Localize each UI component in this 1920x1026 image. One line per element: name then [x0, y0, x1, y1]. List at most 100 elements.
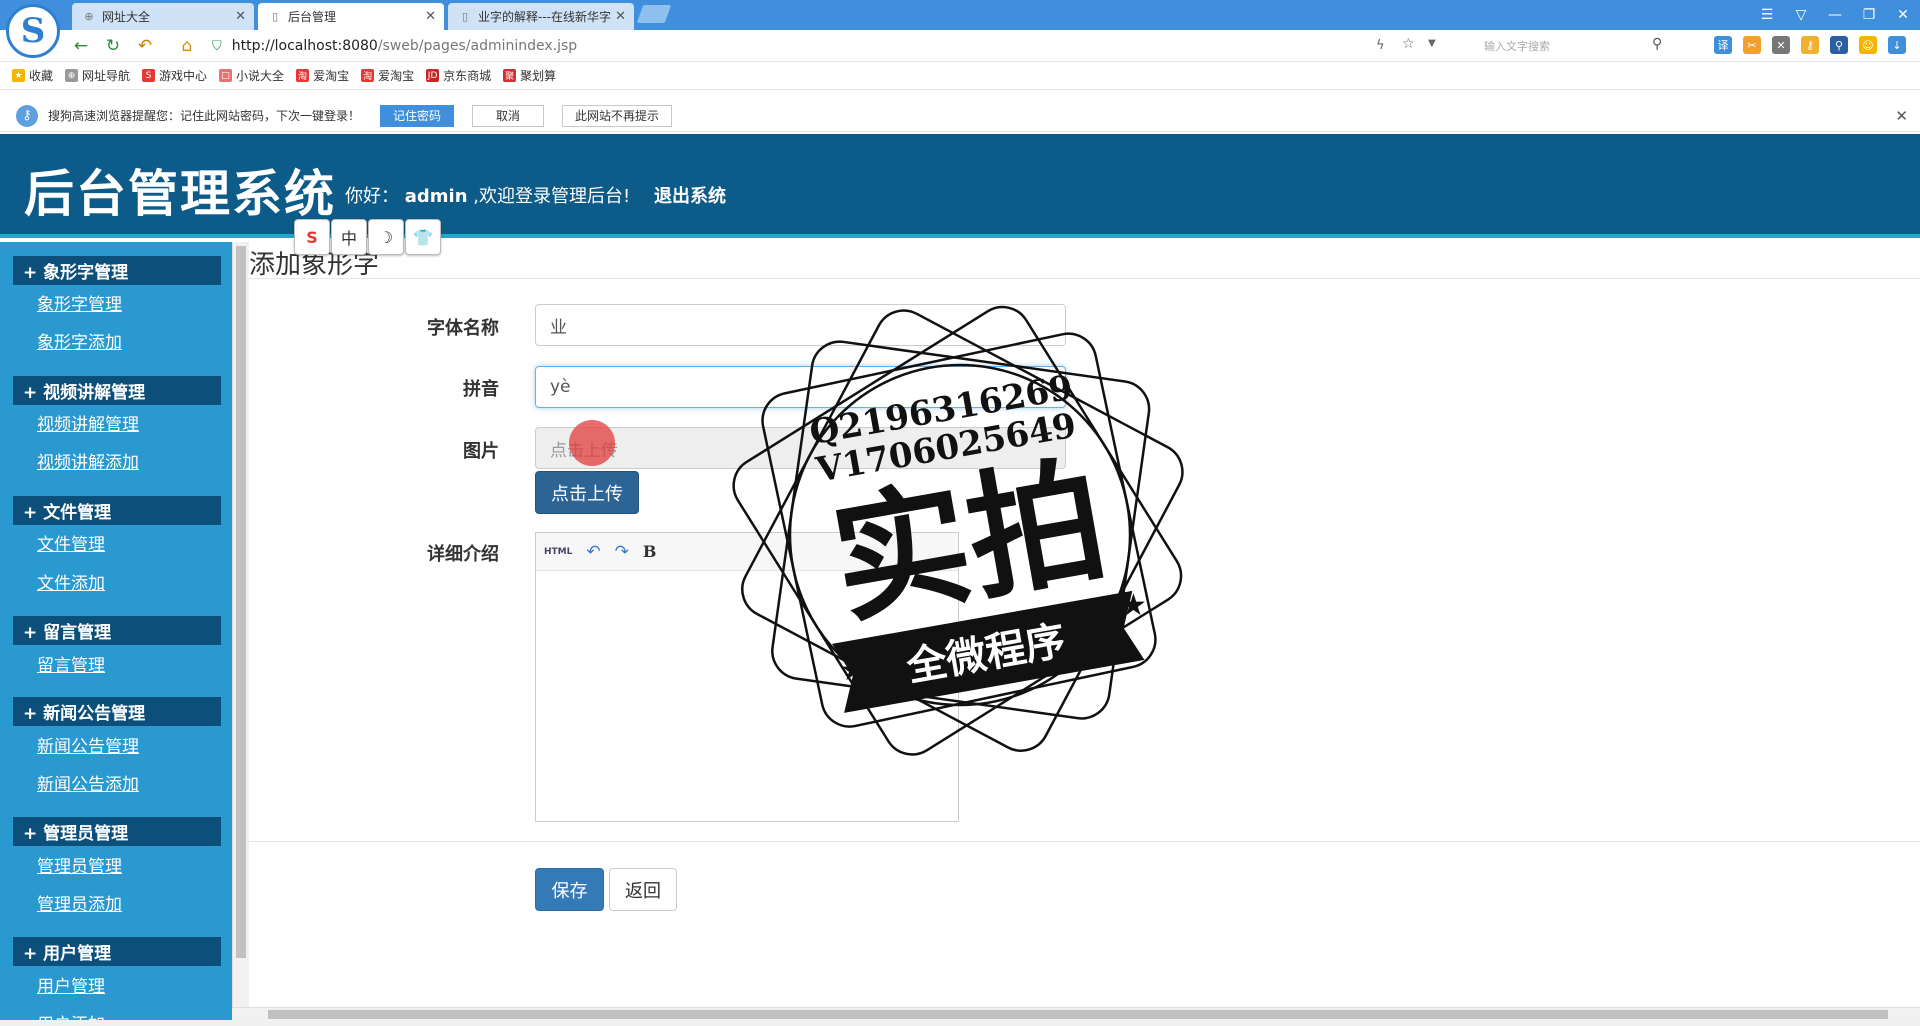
- rich-text-editor[interactable]: HTML ↶ ↷ B: [535, 532, 959, 822]
- sidebar-link-glyph-add[interactable]: 象形字添加: [37, 328, 122, 353]
- image-label: 图片: [463, 441, 499, 462]
- page-icon: ▯: [271, 10, 279, 23]
- juhuasuan-icon: 聚: [503, 69, 517, 82]
- sidebar-link-glyph-manage[interactable]: 象形字管理: [37, 290, 122, 315]
- app-header: 后台管理系统 你好： admin ,欢迎登录管理后台! 退出系统: [0, 134, 1920, 238]
- shirt-icon[interactable]: 👕: [405, 219, 441, 255]
- divider: [249, 278, 1920, 279]
- taobao-icon: 淘: [296, 69, 310, 82]
- url-path: /sweb/pages/adminindex.jsp: [377, 38, 578, 54]
- translate-icon[interactable]: 译: [1714, 36, 1732, 54]
- bookmark-item[interactable]: ⊕ 网址导航: [65, 67, 130, 84]
- sidebar-section-video[interactable]: + 视频讲解管理: [13, 376, 221, 405]
- chevron-down-icon[interactable]: ▼: [1428, 38, 1436, 49]
- mouse-cursor-highlight: [569, 420, 615, 466]
- close-icon[interactable]: ✕: [425, 9, 436, 24]
- scrollbar-thumb[interactable]: [268, 1010, 1888, 1019]
- refresh-icon[interactable]: ↻: [102, 35, 124, 57]
- screenshot-icon[interactable]: ✂: [1743, 36, 1761, 54]
- sidebar-link-message-manage[interactable]: 留言管理: [37, 651, 105, 676]
- sidebar-link-file-add[interactable]: 文件添加: [37, 569, 105, 594]
- tab-dictionary[interactable]: ▯ 业字的解释---在线新华字 ✕: [448, 3, 634, 30]
- horizontal-scrollbar[interactable]: [232, 1007, 1920, 1020]
- close-icon[interactable]: ✕: [1895, 107, 1908, 125]
- bookmark-label: 聚划算: [520, 69, 557, 83]
- new-tab-button[interactable]: [636, 5, 672, 23]
- key-icon[interactable]: ⚷: [1801, 36, 1819, 54]
- save-button[interactable]: 保存: [535, 868, 604, 911]
- close-icon[interactable]: ✕: [235, 9, 246, 24]
- address-bar[interactable]: ⛉ http://localhost:8080/sweb/pages/admin…: [212, 34, 1452, 58]
- pinyin-input[interactable]: yè: [535, 366, 1066, 408]
- sidebar-section-admin[interactable]: + 管理员管理: [13, 817, 221, 846]
- sidebar-section-file[interactable]: + 文件管理: [13, 496, 221, 525]
- sidebar-section-user[interactable]: + 用户管理: [13, 937, 221, 966]
- sidebar-scrollbar[interactable]: ▼: [232, 242, 249, 1020]
- sidebar-link-video-manage[interactable]: 视频讲解管理: [37, 410, 139, 435]
- skin-icon[interactable]: ▽: [1784, 0, 1818, 30]
- username: admin: [404, 186, 468, 207]
- bookmark-label: 小说大全: [236, 69, 285, 83]
- status-bar: [0, 1020, 1920, 1026]
- bookmark-item[interactable]: ★ 收藏: [12, 67, 53, 84]
- smiley-icon[interactable]: ☺: [1859, 36, 1877, 54]
- browser-logo[interactable]: S: [6, 4, 60, 58]
- bookmark-item[interactable]: JD 京东商城: [426, 67, 491, 84]
- tools-icon[interactable]: ✕: [1772, 36, 1790, 54]
- tab-label: 网址大全: [102, 10, 151, 24]
- search-icon[interactable]: ⚲: [1652, 36, 1662, 52]
- favorite-star-icon[interactable]: ☆: [1402, 36, 1415, 52]
- search-input[interactable]: 输入文字搜索: [1456, 34, 1676, 58]
- sidebar-link-user-manage[interactable]: 用户管理: [37, 972, 105, 997]
- sidebar-section-glyph[interactable]: + 象形字管理: [13, 256, 221, 285]
- bookmark-label: 爱淘宝: [378, 69, 415, 83]
- glyph-name-input[interactable]: 业: [535, 304, 1066, 346]
- minimize-icon[interactable]: —: [1818, 0, 1852, 30]
- never-prompt-button[interactable]: 此网站不再提示: [562, 104, 673, 127]
- bold-button[interactable]: B: [643, 542, 657, 561]
- cancel-button[interactable]: 取消: [472, 104, 545, 127]
- toolbar-icons: 译 ✂ ✕ ⚷ ⚲ ☺ ↓: [1714, 36, 1906, 54]
- sidebar-link-news-add[interactable]: 新闻公告添加: [37, 770, 139, 795]
- bookmark-item[interactable]: 淘爱淘宝: [296, 67, 349, 84]
- sidebar-link-file-manage[interactable]: 文件管理: [37, 530, 105, 555]
- remember-password-button[interactable]: 记住密码: [380, 104, 455, 127]
- bookmark-item[interactable]: 淘爱淘宝: [361, 67, 414, 84]
- divider: [249, 841, 1920, 842]
- back-button[interactable]: 返回: [609, 868, 677, 911]
- tab-url-hub[interactable]: ⊕ 网址大全 ✕: [72, 3, 254, 30]
- password-infobar: ⚷ 搜狗高速浏览器提醒您：记住此网站密码，下次一键登录！ 记住密码 取消 此网站…: [0, 100, 1920, 132]
- image-path-input[interactable]: 点击上传: [535, 427, 1066, 469]
- undo-icon[interactable]: ↶: [586, 542, 600, 562]
- sidebar-link-admin-add[interactable]: 管理员添加: [37, 890, 122, 915]
- search-tool-icon[interactable]: ⚲: [1830, 36, 1848, 54]
- moon-icon[interactable]: ☽: [368, 219, 404, 255]
- logout-link[interactable]: 退出系统: [654, 182, 726, 208]
- undo-close-icon[interactable]: ↶: [134, 35, 156, 57]
- sidebar-link-news-manage[interactable]: 新闻公告管理: [37, 732, 139, 757]
- download-icon[interactable]: ↓: [1888, 36, 1906, 54]
- home-icon[interactable]: ⌂: [176, 35, 198, 57]
- key-icon: ⚷: [16, 104, 38, 127]
- menu-icon[interactable]: ☰: [1750, 0, 1784, 30]
- sidebar-link-admin-manage[interactable]: 管理员管理: [37, 852, 122, 877]
- tab-admin[interactable]: ▯ 后台管理 ✕: [258, 3, 444, 30]
- bookmark-item[interactable]: □ 小说大全: [219, 67, 284, 84]
- close-icon[interactable]: ✕: [615, 9, 626, 24]
- lightning-icon[interactable]: ϟ: [1376, 38, 1385, 53]
- sidebar-link-video-add[interactable]: 视频讲解添加: [37, 448, 139, 473]
- scrollbar-thumb[interactable]: [236, 246, 246, 958]
- bookmark-item[interactable]: 聚聚划算: [503, 67, 556, 84]
- back-icon[interactable]: ←: [70, 35, 92, 57]
- ime-mode-icon[interactable]: 中: [331, 219, 367, 255]
- sidebar-section-message[interactable]: + 留言管理: [13, 616, 221, 645]
- html-source-button[interactable]: HTML: [544, 547, 572, 557]
- upload-button[interactable]: 点击上传: [535, 471, 639, 514]
- sidebar-section-news[interactable]: + 新闻公告管理: [13, 697, 221, 726]
- bookmark-item[interactable]: S 游戏中心: [142, 67, 207, 84]
- restore-icon[interactable]: ❐: [1852, 0, 1886, 30]
- sidebar-link-user-add[interactable]: 用户添加: [37, 1010, 105, 1020]
- close-window-icon[interactable]: ✕: [1886, 0, 1920, 30]
- redo-icon[interactable]: ↷: [615, 542, 629, 562]
- sogou-ime-icon[interactable]: S: [294, 219, 330, 255]
